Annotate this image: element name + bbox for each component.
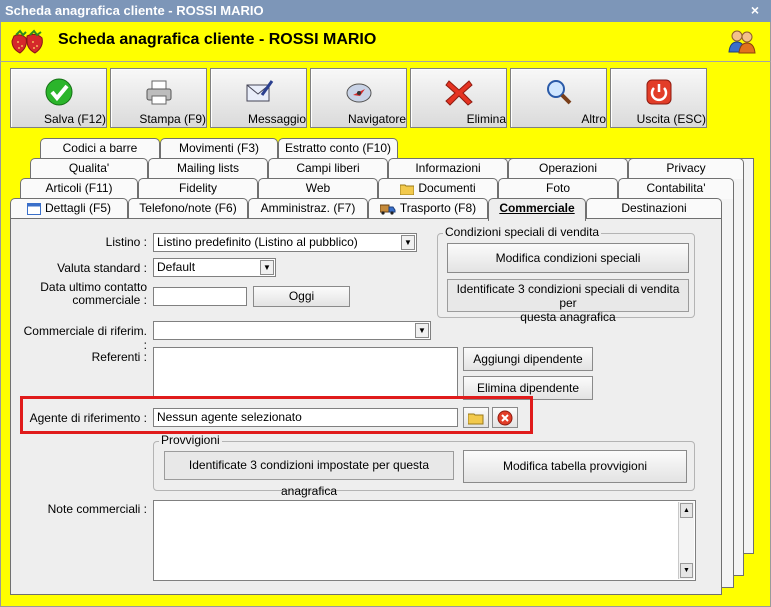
- magnifier-icon: [547, 80, 572, 105]
- valuta-label: Valuta standard :: [57, 261, 147, 275]
- chevron-down-icon[interactable]: ▼: [401, 235, 415, 250]
- referenti-label: Referenti :: [91, 350, 147, 364]
- tab-documenti[interactable]: Documenti: [378, 178, 498, 199]
- exit-label: Uscita (ESC): [636, 112, 706, 126]
- note-scrollbar[interactable]: ▲ ▼: [678, 502, 694, 579]
- header-divider: [0, 61, 771, 62]
- tab-movimenti[interactable]: Movimenti (F3): [160, 138, 278, 159]
- power-icon: [646, 79, 672, 105]
- envelope-icon: [246, 80, 274, 102]
- note-textarea[interactable]: ▲ ▼: [153, 500, 696, 581]
- print-label: Stampa (F9): [139, 112, 206, 126]
- tab-telefono-note[interactable]: Telefono/note (F6): [128, 198, 248, 219]
- tab-destinazioni[interactable]: Destinazioni: [586, 198, 722, 219]
- tab-web[interactable]: Web: [258, 178, 378, 199]
- scroll-up-icon[interactable]: ▲: [680, 503, 693, 518]
- check-icon: [45, 78, 73, 106]
- delete-label: Elimina: [466, 112, 506, 126]
- folder-icon: [400, 184, 415, 195]
- tab-fidelity[interactable]: Fidelity: [138, 178, 258, 199]
- chevron-down-icon[interactable]: ▼: [260, 260, 274, 275]
- chevron-down-icon[interactable]: ▼: [415, 323, 429, 338]
- provvigioni-title: Provvigioni: [159, 433, 222, 447]
- strawberry-logo-icon: [11, 29, 43, 54]
- tab-estratto-conto[interactable]: Estratto conto (F10): [278, 138, 398, 159]
- modifica-condizioni-button[interactable]: Modifica condizioni speciali: [447, 243, 689, 273]
- tab-row-1: Codici a barre Movimenti (F3) Estratto c…: [40, 138, 398, 159]
- provvigioni-info: Identificate 3 condizioni impostate per …: [164, 451, 454, 498]
- close-icon[interactable]: ×: [751, 2, 759, 18]
- delete-button[interactable]: Elimina: [410, 68, 507, 128]
- save-button[interactable]: Salva (F12): [10, 68, 107, 128]
- save-label: Salva (F12): [43, 112, 106, 126]
- referenti-list[interactable]: [153, 347, 458, 399]
- commerciale-select[interactable]: ▼: [153, 321, 431, 340]
- tab-articoli[interactable]: Articoli (F11): [20, 178, 138, 199]
- printer-icon: [146, 80, 172, 105]
- window-title: Scheda anagrafica cliente - ROSSI MARIO: [5, 3, 264, 18]
- aggiungi-dipendente-button[interactable]: Aggiungi dipendente: [463, 347, 593, 371]
- page-title: Scheda anagrafica cliente - ROSSI MARIO: [58, 31, 377, 48]
- window-titlebar: Scheda anagrafica cliente - ROSSI MARIO …: [0, 0, 771, 22]
- data-contatto-label-2: commerciale :: [72, 293, 147, 307]
- tab-foto[interactable]: Foto: [498, 178, 618, 199]
- exit-button[interactable]: Uscita (ESC): [610, 68, 707, 128]
- tab-qualita[interactable]: Qualita': [30, 158, 148, 179]
- tab-dettagli[interactable]: Dettagli (F5): [10, 198, 128, 219]
- tab-mailing-lists[interactable]: Mailing lists: [148, 158, 268, 179]
- calendar-icon: [26, 203, 41, 215]
- users-icon[interactable]: [728, 28, 756, 54]
- delete-x-icon: [445, 80, 473, 106]
- valuta-select[interactable]: Default ▼: [153, 258, 276, 277]
- condizioni-title: Condizioni speciali di vendita: [443, 225, 602, 239]
- tab-codici-a-barre[interactable]: Codici a barre: [40, 138, 160, 159]
- listino-select[interactable]: Listino predefinito (Listino al pubblico…: [153, 233, 417, 252]
- navigator-button[interactable]: Navigatore: [310, 68, 407, 128]
- truck-icon: [379, 204, 396, 215]
- agent-highlight-frame: [20, 396, 533, 434]
- message-label: Messaggio: [247, 112, 306, 126]
- oggi-button[interactable]: Oggi: [253, 286, 350, 307]
- tab-privacy[interactable]: Privacy: [628, 158, 744, 179]
- scroll-down-icon[interactable]: ▼: [680, 563, 693, 578]
- data-contatto-input[interactable]: [153, 287, 247, 306]
- more-button[interactable]: Altro: [510, 68, 607, 128]
- message-button[interactable]: Messaggio: [210, 68, 307, 128]
- listino-label: Listino :: [105, 235, 147, 249]
- tab-commerciale[interactable]: Commerciale: [488, 198, 586, 221]
- tab-operazioni[interactable]: Operazioni: [508, 158, 628, 179]
- tab-row-4: Dettagli (F5) Telefono/note (F6) Amminis…: [10, 198, 722, 221]
- tab-campi-liberi[interactable]: Campi liberi: [268, 158, 388, 179]
- tab-row-2: Qualita' Mailing lists Campi liberi Info…: [30, 158, 744, 179]
- condizioni-info: Identificate 3 condizioni speciali di ve…: [447, 279, 689, 324]
- compass-icon: [346, 83, 372, 103]
- tab-row-3: Articoli (F11) Fidelity Web Documenti Fo…: [20, 178, 734, 199]
- note-label: Note commerciali :: [47, 502, 147, 516]
- more-label: Altro: [581, 112, 606, 126]
- tab-informazioni[interactable]: Informazioni: [388, 158, 508, 179]
- navigator-label: Navigatore: [347, 112, 406, 126]
- print-button[interactable]: Stampa (F9): [110, 68, 207, 128]
- tab-contabilita[interactable]: Contabilita': [618, 178, 734, 199]
- tab-trasporto[interactable]: Trasporto (F8): [368, 198, 488, 219]
- modifica-provvigioni-button[interactable]: Modifica tabella provvigioni: [463, 450, 687, 483]
- commerciale-label: Commerciale di riferim. :: [23, 324, 147, 352]
- data-contatto-label-1: Data ultimo contatto: [40, 280, 147, 294]
- tab-amministrazione[interactable]: Amministraz. (F7): [248, 198, 368, 219]
